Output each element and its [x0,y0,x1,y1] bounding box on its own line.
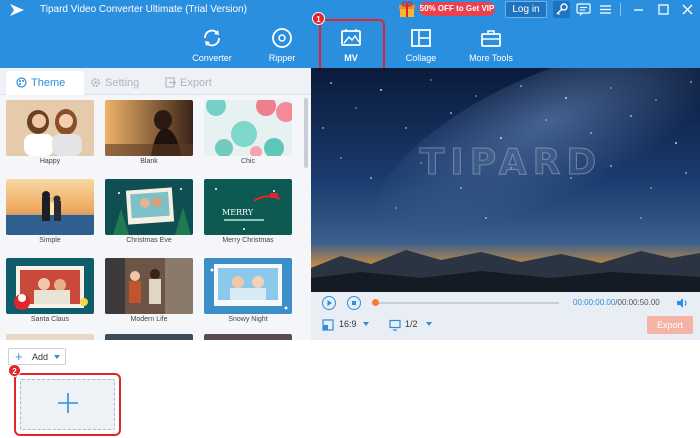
left-panel: Theme Setting Export Happy Blank Chic Si… [0,68,311,340]
converter-icon [204,29,220,47]
key-icon [556,3,568,15]
tab-export-label: Export [180,77,212,89]
tab-setting-label: Setting [105,77,140,89]
theme-caption: Christmas Eve [126,237,172,244]
theme-caption: Santa Claus [30,316,70,323]
collage-icon [411,29,431,47]
happy-thumbnail [6,100,94,156]
nav-collage-label: Collage [405,53,437,63]
theme-caption: Merry Christmas [222,237,274,244]
merry-christmas-thumbnail: MERRY [204,179,292,235]
aspect-ratio-chevron-down-icon[interactable] [363,322,369,326]
theme-scrollbar[interactable] [304,98,308,168]
nav-converter-label: Converter [192,53,232,63]
add-label: Add [32,352,49,362]
snowy-night-thumbnail [204,258,292,314]
blank-thumbnail [105,100,193,156]
plus-icon: + [15,349,23,364]
chevron-down-icon[interactable] [54,355,60,359]
theme-blank[interactable]: Blank [105,100,193,165]
chic-thumbnail [204,96,296,158]
current-time: 00:00:00.00 [573,298,616,307]
split-chevron-down-icon[interactable] [426,322,432,326]
gear-icon [91,78,100,87]
maximize-icon[interactable] [655,1,672,18]
total-time: /00:00:50.00 [615,298,660,307]
drop-zone-highlight-annotation [14,373,121,436]
title-bar-divider [620,3,621,16]
tab-theme[interactable]: Theme [6,71,84,95]
step-1-badge: 1 [312,12,325,25]
close-icon[interactable] [679,1,696,18]
tab-setting[interactable]: Setting [90,71,139,95]
login-button[interactable]: Log in [505,1,547,18]
minimize-icon[interactable] [630,1,647,18]
nav-ripper-label: Ripper [268,53,296,63]
theme-caption: Snowy Night [228,316,268,323]
nav-ripper[interactable]: Ripper [252,22,312,66]
theme-santa-claus[interactable]: Santa Claus [6,258,94,323]
christmas-eve-thumbnail [105,179,193,235]
mv-highlight-annotation [319,19,385,72]
feedback-icon[interactable] [575,1,592,18]
split-select[interactable]: 1/2 [405,319,418,329]
theme-happy[interactable]: Happy [6,100,94,165]
video-preview: TIPARD [311,68,700,292]
menu-icon[interactable] [597,1,614,18]
nav-more-tools-label: More Tools [469,53,513,63]
stop-icon [352,301,356,305]
gift-icon[interactable] [399,1,415,18]
theme-simple[interactable]: Simple [6,179,94,244]
modern-life-thumbnail [105,258,193,314]
progress-handle[interactable] [372,299,379,306]
add-button[interactable]: + Add [8,348,66,365]
panel-tabs: Theme Setting Export [0,68,311,95]
theme-chic[interactable]: Chic [204,96,296,165]
nav-collage[interactable]: Collage [391,22,451,66]
theme-merry-christmas[interactable]: MERRY Merry Christmas [204,179,292,244]
theme-modern-life[interactable]: Modern Life [105,258,193,323]
nav-more-tools[interactable]: More Tools [461,22,521,66]
theme-icon [16,77,27,88]
window-title: Tipard Video Converter Ultimate (Trial V… [40,4,247,15]
player-controls: 00:00:00.00/00:00:50.00 16:9 1/2 Export [311,292,700,340]
simple-thumbnail [6,179,94,235]
export-icon [165,77,177,88]
aspect-ratio-icon [322,319,334,331]
theme-caption: Blank [140,158,158,165]
step-2-badge: 2 [8,364,21,377]
export-button[interactable]: Export [647,316,693,334]
tab-theme-label: Theme [31,77,66,89]
theme-christmas-eve[interactable]: Christmas Eve [105,179,193,244]
register-key-button[interactable] [553,1,570,18]
app-logo-icon [10,4,24,16]
theme-snowy-night[interactable]: Snowy Night [204,258,292,323]
aspect-ratio-select[interactable]: 16:9 [339,319,357,329]
theme-caption: Modern Life [130,316,168,323]
screen-icon [389,319,401,331]
merry-text: MERRY [222,208,254,217]
ripper-icon [272,28,292,48]
progress-bar[interactable] [377,302,559,304]
theme-caption: Chic [240,158,255,165]
time-display: 00:00:00.00/00:00:50.00 [573,298,660,307]
title-bar: Tipard Video Converter Ultimate (Trial V… [0,0,700,20]
toolbox-icon [481,30,501,47]
vip-promo-badge[interactable]: 50% OFF to Get VIP [419,2,495,16]
volume-icon[interactable] [675,296,689,310]
tab-export[interactable]: Export [165,71,212,95]
preview-watermark: TIPARD [419,142,603,184]
theme-caption: Simple [39,237,61,244]
media-strip: + Add [0,340,700,438]
play-button[interactable] [322,296,336,310]
nav-converter[interactable]: Converter [182,22,242,66]
theme-grid: Happy Blank Chic Simple Christmas Eve ME… [0,96,305,340]
stop-button[interactable] [347,296,361,310]
add-media-drop-zone[interactable] [20,379,115,430]
santa-claus-thumbnail [6,258,94,314]
add-media-plus-icon [58,393,78,413]
play-icon [327,300,332,306]
theme-caption: Happy [39,158,61,165]
